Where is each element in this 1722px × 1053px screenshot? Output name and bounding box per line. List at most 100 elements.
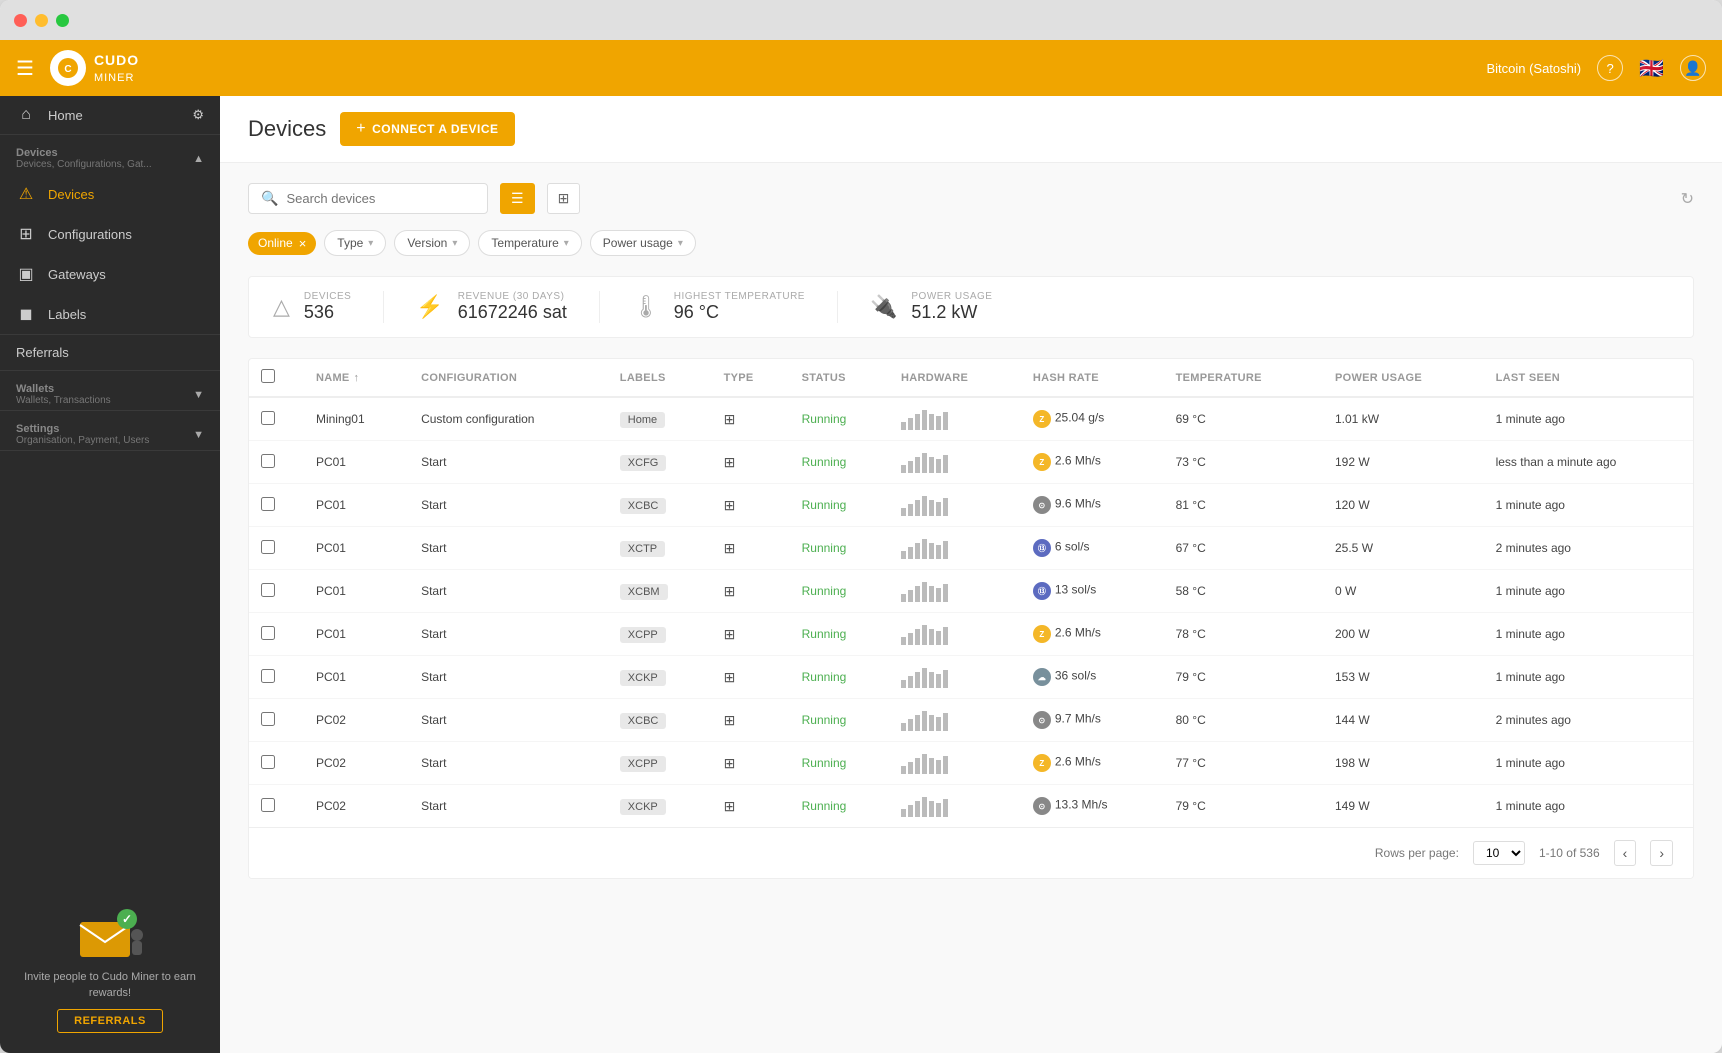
name-sort[interactable]: Name ↑: [316, 372, 397, 384]
rows-per-page-label: Rows per page:: [1375, 846, 1459, 860]
windows-icon: ⊞: [724, 626, 736, 642]
referrals-button[interactable]: REFERRALS: [57, 1009, 163, 1033]
online-tag-close[interactable]: ×: [299, 236, 307, 251]
row-checkbox-cell: [249, 484, 304, 527]
currency-label[interactable]: Bitcoin (Satoshi): [1486, 61, 1581, 76]
row-checkbox[interactable]: [261, 497, 275, 511]
row-type: ⊞: [712, 785, 790, 828]
prev-page-button[interactable]: ‹: [1614, 840, 1637, 866]
row-lastseen: less than a minute ago: [1484, 441, 1693, 484]
row-temperature: 73 °C: [1164, 441, 1323, 484]
grid-view-button[interactable]: ⊞: [547, 183, 581, 214]
sidebar-settings-header: Settings Organisation, Payment, Users ▼: [0, 411, 220, 450]
maximize-btn[interactable]: [56, 14, 69, 27]
row-temperature: 77 °C: [1164, 742, 1323, 785]
row-checkbox[interactable]: [261, 411, 275, 425]
row-checkbox[interactable]: [261, 798, 275, 812]
sidebar-devices-collapse[interactable]: ▲: [193, 153, 204, 165]
row-power: 149 W: [1323, 785, 1484, 828]
row-checkbox[interactable]: [261, 540, 275, 554]
status-header: Status: [790, 359, 889, 397]
row-checkbox[interactable]: [261, 626, 275, 640]
row-checkbox-cell: [249, 441, 304, 484]
row-hashrate: Z2.6 Mh/s: [1021, 613, 1164, 656]
select-all-checkbox[interactable]: [261, 369, 275, 383]
sidebar-item-gateways[interactable]: ▣ Gateways: [0, 254, 220, 294]
row-checkbox[interactable]: [261, 755, 275, 769]
type-filter-arrow: ▾: [368, 238, 373, 249]
sidebar: ⌂ Home ⚙ Devices Devices, Configurations…: [0, 96, 220, 1053]
row-hardware: [889, 484, 1021, 527]
hardware-header: Hardware: [889, 359, 1021, 397]
row-hardware: [889, 699, 1021, 742]
stat-revenue: ⚡ REVENUE (30 DAYS) 61672246 sat: [416, 291, 600, 323]
row-config: Start: [409, 699, 608, 742]
power-filter-dropdown[interactable]: Power usage ▾: [590, 230, 696, 256]
hamburger-menu[interactable]: ☰: [16, 56, 34, 81]
row-status: Running: [790, 527, 889, 570]
stat-devices: △ DEVICES 536: [273, 291, 384, 323]
sidebar-item-home[interactable]: ⌂ Home ⚙: [0, 96, 220, 134]
gear-icon[interactable]: ⚙: [192, 107, 204, 123]
row-hardware: [889, 441, 1021, 484]
power-filter-label: Power usage: [603, 236, 673, 250]
connect-device-button[interactable]: + CONNECT A DEVICE: [340, 112, 514, 146]
row-checkbox[interactable]: [261, 454, 275, 468]
temperature-stat-label: HIGHEST TEMPERATURE: [674, 291, 805, 302]
power-header: Power usage: [1323, 359, 1484, 397]
type-filter-label: Type: [337, 236, 363, 250]
row-checkbox[interactable]: [261, 669, 275, 683]
sidebar-wallets-expand[interactable]: ▼: [193, 389, 204, 401]
row-lastseen: 1 minute ago: [1484, 613, 1693, 656]
row-checkbox[interactable]: [261, 583, 275, 597]
row-config: Start: [409, 441, 608, 484]
search-input[interactable]: [286, 191, 475, 206]
temperature-filter-dropdown[interactable]: Temperature ▾: [478, 230, 581, 256]
row-power: 1.01 kW: [1323, 397, 1484, 441]
filters-bar: Online × Type ▾ Version ▾ Temperature ▾: [248, 230, 1694, 256]
row-label: XCBC: [608, 699, 712, 742]
minimize-btn[interactable]: [35, 14, 48, 27]
list-view-button[interactable]: ☰: [500, 183, 535, 214]
close-btn[interactable]: [14, 14, 27, 27]
flag-icon[interactable]: 🇬🇧: [1639, 56, 1664, 81]
row-checkbox-cell: [249, 527, 304, 570]
row-lastseen: 1 minute ago: [1484, 484, 1693, 527]
row-config: Start: [409, 570, 608, 613]
row-type: ⊞: [712, 656, 790, 699]
row-hashrate: ⑬13 sol/s: [1021, 570, 1164, 613]
version-filter-dropdown[interactable]: Version ▾: [394, 230, 470, 256]
row-status: Running: [790, 656, 889, 699]
temperature-stat-value: 96 °C: [674, 302, 805, 323]
sidebar-item-devices[interactable]: ⚠ Devices: [0, 174, 220, 214]
row-label: XCKP: [608, 656, 712, 699]
devices-icon: ⚠: [16, 184, 36, 204]
online-filter-tag[interactable]: Online ×: [248, 232, 316, 255]
rows-per-page-select[interactable]: 10 25 50: [1473, 841, 1525, 865]
revenue-stat-value: 61672246 sat: [458, 302, 567, 323]
row-type: ⊞: [712, 441, 790, 484]
row-lastseen: 2 minutes ago: [1484, 699, 1693, 742]
sidebar-settings-expand[interactable]: ▼: [193, 429, 204, 441]
row-status: Running: [790, 785, 889, 828]
refresh-button[interactable]: ↻: [1681, 189, 1694, 209]
row-label: XCTP: [608, 527, 712, 570]
connect-btn-label: CONNECT A DEVICE: [372, 122, 498, 136]
row-checkbox[interactable]: [261, 712, 275, 726]
pagination-info: 1-10 of 536: [1539, 846, 1600, 860]
revenue-stat-icon: ⚡: [416, 294, 443, 320]
page-title: Devices: [248, 116, 326, 142]
user-icon[interactable]: 👤: [1680, 55, 1706, 81]
windows-icon: ⊞: [724, 755, 736, 771]
next-page-button[interactable]: ›: [1650, 840, 1673, 866]
name-header[interactable]: Name ↑: [304, 359, 409, 397]
version-filter-arrow: ▾: [452, 238, 457, 249]
help-icon[interactable]: ?: [1597, 55, 1623, 81]
sidebar-item-referrals[interactable]: Referrals: [0, 335, 220, 370]
sidebar-item-labels[interactable]: ◼ Labels: [0, 294, 220, 334]
row-type: ⊞: [712, 742, 790, 785]
row-power: 120 W: [1323, 484, 1484, 527]
row-type: ⊞: [712, 484, 790, 527]
sidebar-item-configurations[interactable]: ⊞ Configurations: [0, 214, 220, 254]
type-filter-dropdown[interactable]: Type ▾: [324, 230, 386, 256]
